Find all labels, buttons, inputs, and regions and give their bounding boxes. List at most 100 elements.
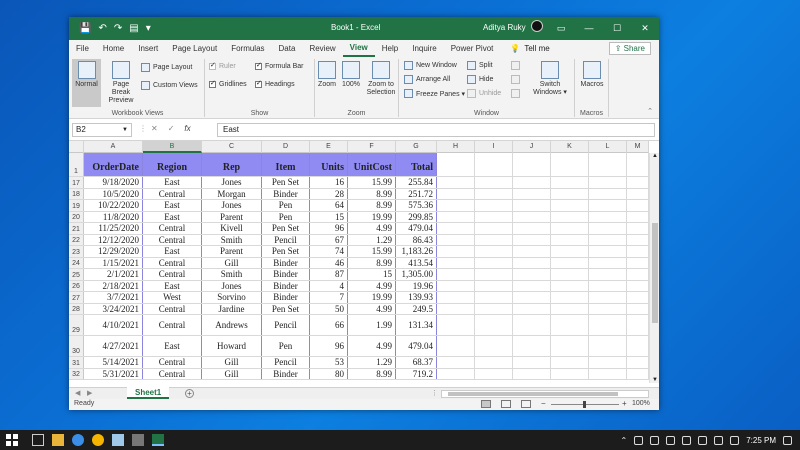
tab-data[interactable]: Data bbox=[272, 40, 303, 57]
cell-i27[interactable] bbox=[475, 292, 513, 303]
cell-f27[interactable]: 19.99 bbox=[348, 292, 396, 303]
cell-l23[interactable] bbox=[589, 246, 627, 257]
save-icon[interactable]: 💾 bbox=[79, 23, 91, 34]
cell-l32[interactable] bbox=[589, 368, 627, 379]
cell-e28[interactable]: 50 bbox=[310, 303, 348, 314]
cell-g28[interactable]: 249.5 bbox=[396, 303, 437, 314]
synchronous-scrolling-icon[interactable] bbox=[511, 75, 520, 84]
column-header-k[interactable]: K bbox=[551, 141, 589, 153]
cell-c19[interactable]: Jones bbox=[202, 200, 262, 211]
cell-j28[interactable] bbox=[513, 303, 551, 314]
cell-e21[interactable]: 96 bbox=[310, 223, 348, 234]
unhide-button[interactable]: Unhide bbox=[467, 89, 501, 98]
cell-k20[interactable] bbox=[551, 211, 589, 222]
cell-l24[interactable] bbox=[589, 257, 627, 268]
row-header[interactable]: 30 bbox=[69, 336, 84, 356]
form-icon[interactable]: ▤ bbox=[129, 23, 138, 34]
cell-e27[interactable]: 7 bbox=[310, 292, 348, 303]
column-header-a[interactable]: A bbox=[84, 141, 143, 153]
cell-e1[interactable]: Units bbox=[310, 153, 348, 176]
cell-f25[interactable]: 15 bbox=[348, 269, 396, 280]
zoom-slider[interactable] bbox=[551, 401, 619, 408]
cell-j21[interactable] bbox=[513, 223, 551, 234]
cell-d19[interactable]: Pen bbox=[262, 200, 310, 211]
name-box[interactable]: B2 ▼ bbox=[72, 123, 132, 137]
cell-j31[interactable] bbox=[513, 357, 551, 368]
cell-k17[interactable] bbox=[551, 177, 589, 188]
row-header[interactable]: 31 bbox=[69, 357, 84, 368]
enter-icon[interactable]: ✓ bbox=[168, 124, 175, 133]
cell-b18[interactable]: Central bbox=[143, 188, 202, 199]
cell-f17[interactable]: 15.99 bbox=[348, 177, 396, 188]
cell-m23[interactable] bbox=[627, 246, 649, 257]
cell-d20[interactable]: Pen bbox=[262, 211, 310, 222]
cell-j30[interactable] bbox=[513, 336, 551, 356]
cell-h30[interactable] bbox=[437, 336, 475, 356]
cell-c29[interactable]: Andrews bbox=[202, 315, 262, 335]
cell-g1[interactable]: Total bbox=[396, 153, 437, 176]
cell-g21[interactable]: 479.04 bbox=[396, 223, 437, 234]
row-header[interactable]: 32 bbox=[69, 368, 84, 379]
cell-h1[interactable] bbox=[437, 153, 475, 176]
cell-l21[interactable] bbox=[589, 223, 627, 234]
cell-b1[interactable]: Region bbox=[143, 153, 202, 176]
cell-h19[interactable] bbox=[437, 200, 475, 211]
cell-a21[interactable]: 11/25/2020 bbox=[84, 223, 143, 234]
cell-e23[interactable]: 74 bbox=[310, 246, 348, 257]
cell-a31[interactable]: 5/14/2021 bbox=[84, 357, 143, 368]
cell-i20[interactable] bbox=[475, 211, 513, 222]
cell-m30[interactable] bbox=[627, 336, 649, 356]
user-account[interactable]: Aditya Ruky bbox=[483, 20, 543, 32]
row-header[interactable]: 18 bbox=[69, 188, 84, 199]
scroll-up-icon[interactable]: ▲ bbox=[652, 153, 658, 159]
column-header-d[interactable]: D bbox=[262, 141, 310, 153]
cell-f21[interactable]: 4.99 bbox=[348, 223, 396, 234]
ruler-checkbox[interactable]: Ruler bbox=[209, 61, 236, 70]
cell-l28[interactable] bbox=[589, 303, 627, 314]
row-header[interactable]: 22 bbox=[69, 234, 84, 245]
cell-b30[interactable]: East bbox=[143, 336, 202, 356]
cell-j25[interactable] bbox=[513, 269, 551, 280]
cell-l18[interactable] bbox=[589, 188, 627, 199]
cell-j32[interactable] bbox=[513, 368, 551, 379]
cell-f31[interactable]: 1.29 bbox=[348, 357, 396, 368]
row-header[interactable]: 19 bbox=[69, 200, 84, 211]
cell-k21[interactable] bbox=[551, 223, 589, 234]
column-header-c[interactable]: C bbox=[202, 141, 262, 153]
cell-f19[interactable]: 8.99 bbox=[348, 200, 396, 211]
cell-k32[interactable] bbox=[551, 368, 589, 379]
cell-m25[interactable] bbox=[627, 269, 649, 280]
sheet-tab-sheet1[interactable]: Sheet1 bbox=[127, 387, 170, 399]
cell-i17[interactable] bbox=[475, 177, 513, 188]
cell-b25[interactable]: Central bbox=[143, 269, 202, 280]
cell-b17[interactable]: East bbox=[143, 177, 202, 188]
cell-m26[interactable] bbox=[627, 280, 649, 291]
tab-split-handle[interactable]: ⋮ bbox=[431, 389, 438, 397]
excel-icon[interactable] bbox=[152, 434, 164, 446]
cell-i28[interactable] bbox=[475, 303, 513, 314]
close-button[interactable]: ✕ bbox=[631, 17, 659, 40]
cell-b24[interactable]: Central bbox=[143, 257, 202, 268]
tab-home[interactable]: Home bbox=[96, 40, 131, 57]
share-button[interactable]: ⇪ Share bbox=[608, 42, 651, 55]
cell-e20[interactable]: 15 bbox=[310, 211, 348, 222]
normal-view-icon[interactable] bbox=[481, 400, 491, 408]
task-view-icon[interactable] bbox=[32, 434, 44, 446]
browser-icon[interactable] bbox=[72, 434, 84, 446]
cell-h27[interactable] bbox=[437, 292, 475, 303]
cell-d29[interactable]: Pencil bbox=[262, 315, 310, 335]
cell-g18[interactable]: 251.72 bbox=[396, 188, 437, 199]
cell-j17[interactable] bbox=[513, 177, 551, 188]
cell-h18[interactable] bbox=[437, 188, 475, 199]
cell-m22[interactable] bbox=[627, 234, 649, 245]
scroll-down-icon[interactable]: ▼ bbox=[652, 377, 658, 383]
cell-l25[interactable] bbox=[589, 269, 627, 280]
cell-h24[interactable] bbox=[437, 257, 475, 268]
tab-inquire[interactable]: Inquire bbox=[405, 40, 443, 57]
onedrive-icon[interactable] bbox=[634, 435, 644, 445]
cell-f23[interactable]: 15.99 bbox=[348, 246, 396, 257]
view-side-by-side-icon[interactable] bbox=[511, 61, 520, 70]
cell-d24[interactable]: Binder bbox=[262, 257, 310, 268]
cell-c27[interactable]: Sorvino bbox=[202, 292, 262, 303]
cell-k27[interactable] bbox=[551, 292, 589, 303]
